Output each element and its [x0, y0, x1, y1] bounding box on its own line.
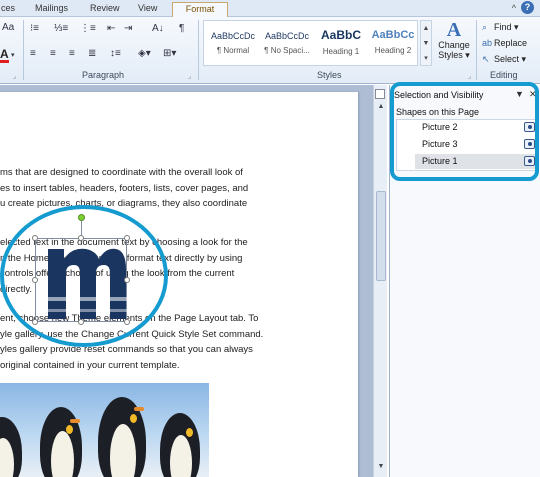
style-name: Heading 1 — [322, 47, 360, 56]
change-styles-label: Change — [438, 40, 470, 50]
paragraph-group-label: Paragraph — [82, 70, 125, 80]
style-preview: AaBbC — [320, 28, 361, 42]
tab-view[interactable]: View — [138, 2, 162, 17]
binoculars-icon: ⌕ — [482, 22, 488, 32]
scroll-up-icon[interactable]: ▲ — [375, 101, 387, 113]
styles-dialog-launcher-icon[interactable]: ⌟ — [468, 72, 471, 80]
select-icon: ↖ — [482, 54, 490, 64]
picture-penguins[interactable] — [0, 383, 209, 477]
change-styles-button[interactable]: A Change Styles ▾ — [436, 20, 472, 80]
align-left-icon[interactable]: ≡ — [30, 48, 36, 60]
vertical-scrollbar[interactable]: ▲ ▼ — [373, 85, 387, 477]
replace-label: Replace — [494, 38, 528, 48]
penguin-shape — [40, 407, 82, 477]
styles-gallery-scroll[interactable]: ▲ ▼ ▾ — [420, 20, 432, 66]
change-styles-icon: A — [446, 19, 462, 41]
numbering-icon[interactable]: ⅓≡ — [54, 23, 68, 35]
increase-indent-icon[interactable]: ⇥ — [124, 23, 132, 35]
select-label: Select ▾ — [494, 54, 527, 64]
help-icon[interactable]: ? — [521, 1, 534, 14]
style-heading-1[interactable]: AaBbC Heading 1 — [314, 23, 368, 63]
style-name: ¶ Normal — [216, 46, 250, 55]
quick-styles-gallery: AaBbCcDc ¶ Normal AaBbCcDc ¶ No Spaci...… — [203, 20, 418, 66]
find-label: Find ▾ — [494, 22, 519, 32]
gallery-up-icon[interactable]: ▲ — [421, 21, 431, 36]
tab-review[interactable]: Review — [90, 2, 124, 17]
group-separator — [23, 20, 24, 80]
ribbon-tab-bar: ces Mailings Review View Format ^ ? — [0, 0, 540, 17]
change-case-icon[interactable]: Aa — [2, 22, 14, 34]
view-ruler-icon[interactable] — [375, 89, 385, 99]
style-name: Heading 2 — [374, 46, 412, 55]
style-name: ¶ No Spaci... — [264, 46, 310, 55]
multilevel-list-icon[interactable]: ⋮≡ — [80, 23, 96, 35]
find-button[interactable]: ⌕ Find ▾ — [482, 22, 519, 36]
font-color-dropdown-icon[interactable]: ▾ — [11, 50, 15, 62]
callout-circle — [0, 205, 168, 347]
decrease-indent-icon[interactable]: ⇤ — [107, 23, 115, 35]
tab-format[interactable]: Format — [172, 2, 228, 17]
tab-references[interactable]: ces — [1, 2, 27, 17]
gallery-more-icon[interactable]: ▾ — [421, 51, 431, 66]
penguin-shape — [160, 413, 200, 477]
justify-icon[interactable]: ≣ — [88, 48, 96, 60]
paragraph-dialog-launcher-icon[interactable]: ⌟ — [188, 72, 191, 80]
change-styles-label: Styles ▾ — [438, 50, 470, 60]
sort-icon[interactable]: A↓ — [152, 23, 164, 35]
style-normal[interactable]: AaBbCcDc ¶ Normal — [206, 23, 260, 63]
text-line: original contained in your current templ… — [0, 359, 180, 371]
font-dialog-launcher-icon[interactable]: ⌟ — [13, 72, 16, 80]
editing-group-label: Editing — [490, 70, 518, 80]
style-heading-2[interactable]: AaBbCc Heading 2 — [366, 23, 420, 63]
callout-box — [390, 82, 539, 181]
select-button[interactable]: ↖ Select ▾ — [482, 54, 526, 68]
align-right-icon[interactable]: ≡ — [69, 48, 75, 60]
replace-icon: ab — [482, 38, 493, 48]
bullets-icon[interactable]: ⁝≡ — [30, 23, 39, 35]
text-line: es to insert tables, headers, footers, l… — [0, 182, 249, 194]
penguin-shape — [0, 417, 22, 477]
group-separator — [476, 20, 477, 80]
styles-group-label: Styles — [317, 70, 342, 80]
text-line: ms that are designed to coordinate with … — [0, 167, 243, 178]
tab-mailings[interactable]: Mailings — [35, 2, 75, 17]
shading-icon[interactable]: ◈▾ — [138, 48, 151, 60]
penguin-shape — [98, 397, 146, 477]
style-preview: AaBbCcDc — [264, 31, 309, 41]
ribbon: Aa A ▾ ⁝≡ ⅓≡ ⋮≡ ⇤ ⇥ A↓ ¶ ≡ ≡ ≡ ≣ ↕≡ ◈▾ ⊞… — [0, 17, 540, 84]
ribbon-minimize-icon[interactable]: ^ — [512, 3, 516, 13]
replace-button[interactable]: ab Replace — [482, 38, 527, 52]
style-preview: AaBbCc — [371, 29, 415, 41]
text-line: yles gallery provide reset commands so t… — [0, 344, 253, 355]
align-center-icon[interactable]: ≡ — [50, 48, 56, 60]
style-preview: AaBbCcDc — [210, 31, 255, 41]
font-color-button[interactable]: A — [0, 47, 9, 63]
gallery-down-icon[interactable]: ▼ — [421, 36, 431, 51]
show-formatting-icon[interactable]: ¶ — [179, 23, 184, 35]
borders-icon[interactable]: ⊞▾ — [163, 48, 176, 60]
scroll-down-icon[interactable]: ▼ — [375, 461, 387, 473]
paragraph-1: ms that are designed to coordinate with … — [0, 165, 350, 212]
scroll-thumb[interactable] — [376, 191, 386, 281]
style-no-spacing[interactable]: AaBbCcDc ¶ No Spaci... — [260, 23, 314, 63]
line-spacing-icon[interactable]: ↕≡ — [110, 48, 121, 60]
group-separator — [198, 20, 199, 80]
